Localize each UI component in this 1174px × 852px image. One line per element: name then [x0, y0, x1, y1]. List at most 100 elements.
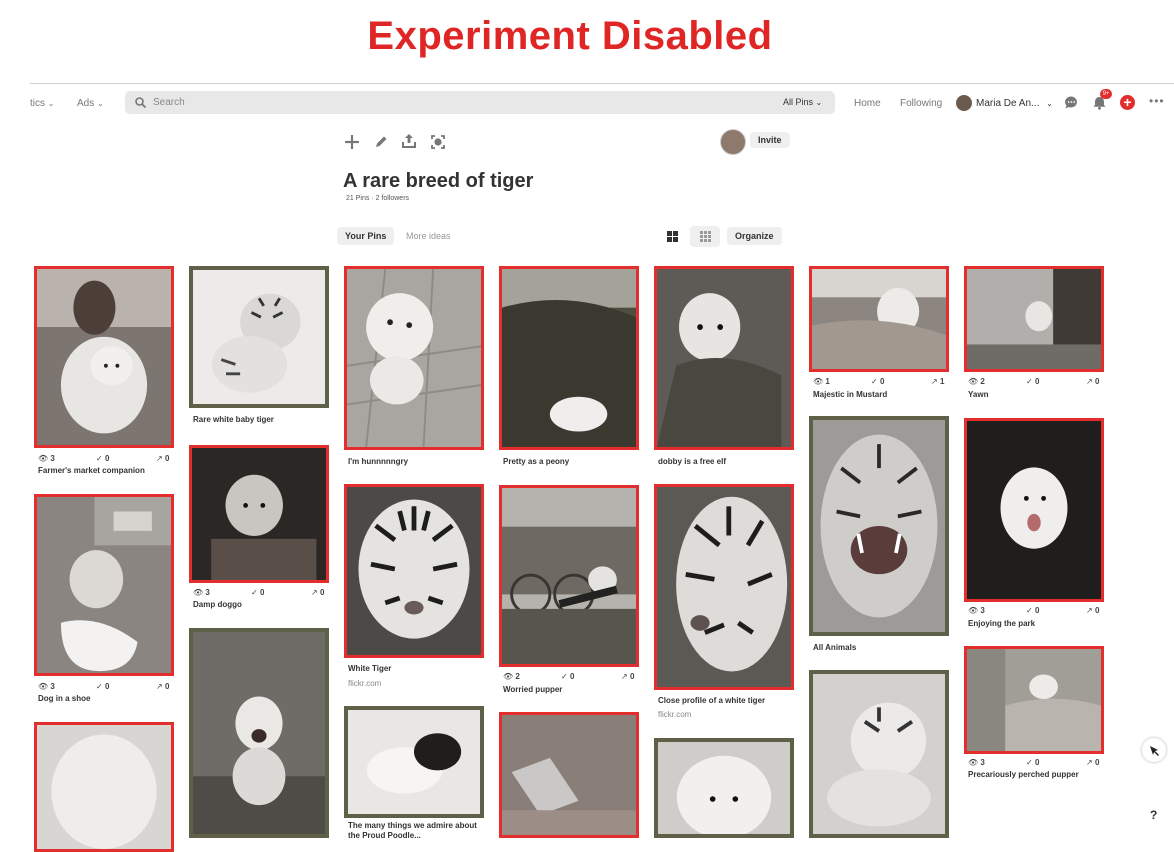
saves-count: ✓ 0 [1026, 606, 1040, 615]
share-upload-icon[interactable] [401, 133, 417, 149]
views-count: 👁 2 [503, 672, 520, 681]
pin-caption[interactable]: Farmer's market companion [38, 466, 145, 475]
chevron-down-icon: ⌄ [97, 99, 104, 108]
more-options-icon[interactable]: ••• [1149, 94, 1165, 108]
pin-caption[interactable]: Worried pupper [503, 685, 562, 694]
saves-count: ✓ 0 [871, 377, 885, 386]
pin-source[interactable]: flickr.com [348, 679, 381, 688]
pin-caption[interactable]: Precariously perched pupper [968, 770, 1079, 779]
pin-caption[interactable]: Yawn [968, 390, 988, 399]
user-name: Maria De An... [976, 98, 1040, 109]
pin-caption[interactable]: The many things we admire about the Prou… [348, 821, 484, 841]
saves-count: ✓ 0 [96, 454, 110, 463]
grid-large-icon[interactable] [667, 231, 678, 242]
clicks-count: ↗ 0 [311, 588, 325, 597]
pin-image-white-tiger[interactable] [344, 484, 484, 658]
pin-tool-icon [1150, 746, 1159, 756]
add-pin-icon[interactable] [344, 134, 360, 150]
pin-image-damp-doggo[interactable] [189, 445, 329, 583]
pin-caption[interactable]: Majestic in Mustard [813, 390, 887, 399]
pin-image-farmers-market[interactable] [34, 266, 174, 448]
clicks-count: ↗ 0 [1086, 377, 1100, 386]
chevron-down-icon: ⌄ [47, 99, 55, 108]
scope-label: All Pins [783, 97, 814, 107]
pin-image-dog-in-shoe[interactable] [34, 494, 174, 676]
tab-more-ideas[interactable]: More ideas [406, 231, 451, 241]
tab-your-pins[interactable]: Your Pins [337, 227, 395, 245]
analytics-label: tics [30, 98, 45, 109]
ads-menu[interactable]: Ads ⌄ [77, 98, 104, 109]
views-count: 👁 3 [968, 758, 985, 767]
views-count: 👁 3 [38, 682, 55, 691]
saves-count: ✓ 0 [251, 588, 265, 597]
clicks-count: ↗ 1 [931, 377, 945, 386]
pin-caption[interactable]: Damp doggo [193, 600, 242, 609]
pin-image-worried-pupper[interactable] [499, 485, 639, 667]
chevron-down-icon: ⌄ [815, 98, 823, 107]
pin-image-peony-dog[interactable] [499, 266, 639, 450]
user-menu[interactable]: Maria De An... ⌄ [976, 98, 1053, 109]
pin-caption[interactable]: Close profile of a white tiger [658, 696, 765, 705]
search-bar[interactable]: Search All Pins ⌄ [125, 91, 835, 114]
chevron-down-icon: ⌄ [1046, 99, 1053, 108]
pin-caption[interactable]: White Tiger [348, 664, 391, 673]
views-count: 👁 3 [968, 606, 985, 615]
pin-image-dobby[interactable] [654, 266, 794, 450]
board-stats: 21 Pins · 2 followers [346, 195, 410, 202]
search-placeholder: Search [153, 97, 185, 108]
views-count: 👁 2 [968, 377, 985, 386]
views-count: 👁 3 [193, 588, 210, 597]
pin-source[interactable]: flickr.com [658, 710, 691, 719]
views-count: 👁 1 [813, 377, 830, 386]
pin-image-proud-poodle[interactable] [344, 706, 484, 818]
avatar[interactable] [956, 95, 972, 111]
pin-image-park-dog[interactable] [964, 418, 1104, 602]
pin-image-hungry-dog[interactable] [344, 266, 484, 450]
home-link[interactable]: Home [854, 98, 881, 109]
pin-image-snarling-tiger[interactable] [809, 416, 949, 636]
saves-count: ✓ 0 [561, 672, 575, 681]
pin-image-poodle-closeup[interactable] [34, 722, 174, 852]
pin-image-tiger-profile[interactable] [654, 484, 794, 690]
board-title: A rare breed of tiger [343, 170, 534, 192]
analytics-menu[interactable]: tics ⌄ [30, 98, 54, 109]
pin-caption[interactable]: Dog in a shoe [38, 694, 90, 703]
experiment-banner: Experiment Disabled [367, 14, 773, 58]
pin-image-fluffy-poodle[interactable] [654, 738, 794, 838]
scope-dropdown[interactable]: All Pins ⌄ [783, 97, 822, 107]
focus-lens-icon[interactable] [430, 134, 446, 150]
collaborator-avatar[interactable] [720, 129, 746, 155]
notification-badge: 9+ [1100, 89, 1112, 99]
views-count: 👁 3 [38, 454, 55, 463]
saves-count: ✓ 0 [96, 682, 110, 691]
pin-caption[interactable]: dobby is a free elf [658, 457, 726, 466]
pin-image-baby-tiger[interactable] [189, 266, 329, 408]
help-button[interactable]: ? [1150, 808, 1157, 822]
clicks-count: ↗ 0 [621, 672, 635, 681]
pin-caption[interactable]: All Animals [813, 643, 856, 652]
saves-count: ✓ 0 [1026, 758, 1040, 767]
search-icon [135, 97, 146, 108]
pin-image-perched-pupper[interactable] [964, 646, 1104, 754]
pin-image-laptop-dog[interactable] [499, 712, 639, 838]
grid-compact-button[interactable] [690, 226, 720, 247]
pin-caption[interactable]: Enjoying the park [968, 619, 1035, 628]
pin-caption[interactable]: Pretty as a peony [503, 457, 569, 466]
tools-button[interactable] [1142, 738, 1166, 762]
pin-image-tiger-cub-roar[interactable] [189, 628, 329, 838]
invite-button[interactable]: Invite [750, 132, 790, 148]
edit-pencil-icon[interactable] [373, 134, 389, 150]
organize-button[interactable]: Organize [727, 227, 782, 245]
grid-compact-icon [700, 231, 711, 242]
create-plus-icon[interactable]: + [1120, 95, 1135, 110]
pin-image-majestic-mustard[interactable] [809, 266, 949, 372]
pin-image-yawn[interactable] [964, 266, 1104, 372]
clicks-count: ↗ 0 [1086, 758, 1100, 767]
pin-image-resting-tiger[interactable] [809, 670, 949, 838]
pin-caption[interactable]: I'm hunnnnngry [348, 457, 408, 466]
top-divider [30, 83, 1174, 84]
pin-caption[interactable]: Rare white baby tiger [193, 415, 274, 424]
messages-icon[interactable] [1064, 95, 1079, 110]
following-link[interactable]: Following [900, 98, 942, 109]
clicks-count: ↗ 0 [156, 454, 170, 463]
